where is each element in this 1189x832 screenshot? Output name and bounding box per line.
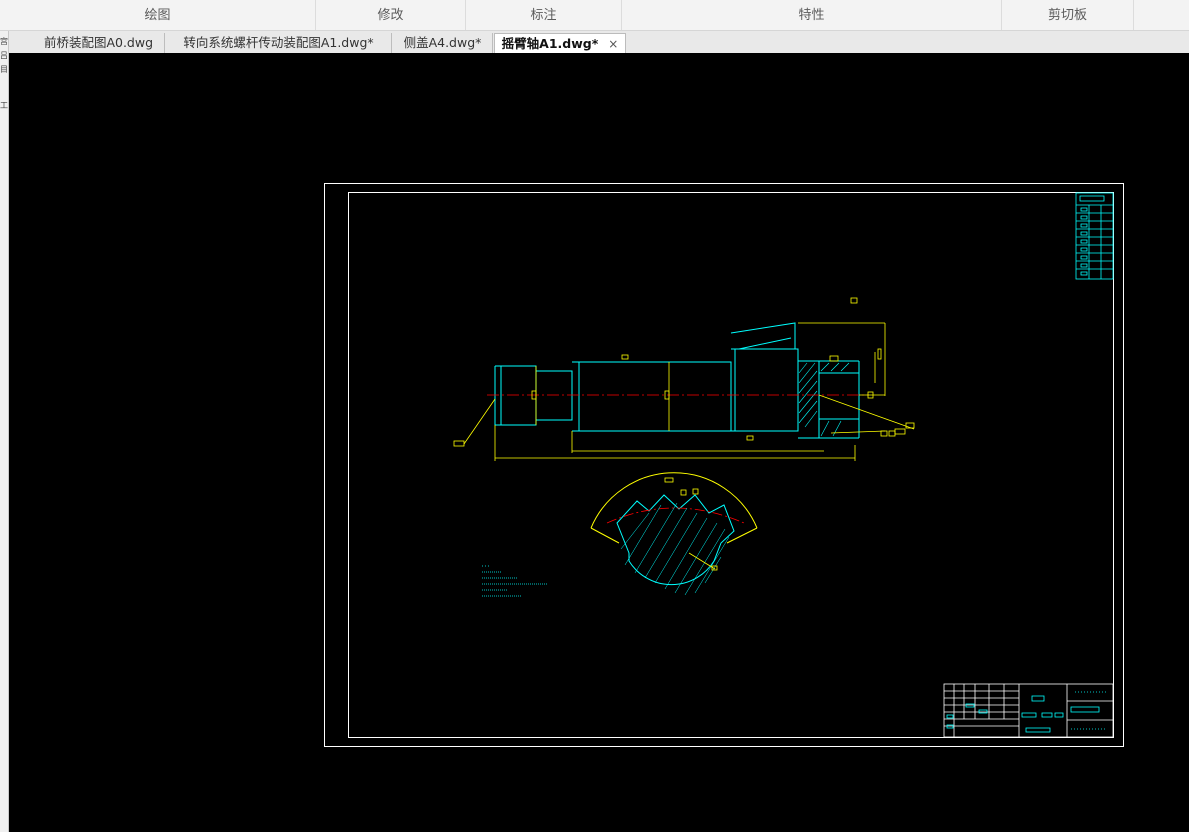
gear-hatching	[620, 502, 730, 596]
tab-document[interactable]: 转向系统螺杆传动装配图A1.dwg*	[166, 33, 392, 53]
tab-label: 前桥装配图A0.dwg	[43, 35, 154, 50]
drawing-frame	[324, 183, 1124, 747]
ribbon-group-properties[interactable]: 特性	[622, 0, 1002, 30]
side-glyph: 目	[0, 65, 8, 74]
shaft-main-view	[494, 322, 860, 439]
tab-document[interactable]: 侧盖A4.dwg*	[393, 33, 493, 53]
dimension-lines	[453, 297, 915, 461]
side-glyph: 吕	[0, 51, 8, 60]
tab-label: 侧盖A4.dwg*	[403, 35, 482, 50]
ribbon-group-modify[interactable]: 修改	[316, 0, 466, 30]
side-glyph: 宫	[0, 37, 8, 46]
ribbon-group-clipboard[interactable]: 剪切板	[1002, 0, 1134, 30]
gear-sector-section	[590, 472, 758, 586]
side-glyph: 工	[0, 101, 8, 110]
gear-annotations	[664, 477, 718, 571]
document-tab-bar: 前桥装配图A0.dwg 转向系统螺杆传动装配图A1.dwg* 侧盖A4.dwg*…	[0, 31, 1189, 54]
left-side-panel-strip[interactable]: 宫 吕 目 工	[0, 31, 9, 832]
tab-label: 摇臂轴A1.dwg*	[501, 36, 599, 51]
ribbon-group-bar: 绘图 修改 标注 特性 剪切板	[0, 0, 1189, 31]
ribbon-group-draw[interactable]: 绘图	[0, 0, 316, 30]
ribbon-group-annotate[interactable]: 标注	[466, 0, 622, 30]
cad-drawing	[324, 183, 1124, 747]
parts-list-table	[1075, 192, 1114, 280]
technical-notes	[482, 565, 547, 597]
tab-label: 转向系统螺杆传动装配图A1.dwg*	[183, 35, 374, 50]
drawing-canvas[interactable]	[9, 53, 1189, 832]
section-hatching	[798, 362, 850, 437]
tab-document[interactable]: 前桥装配图A0.dwg	[33, 33, 165, 53]
close-icon[interactable]: ×	[608, 37, 618, 51]
tab-document-active[interactable]: 摇臂轴A1.dwg* ×	[494, 33, 626, 53]
